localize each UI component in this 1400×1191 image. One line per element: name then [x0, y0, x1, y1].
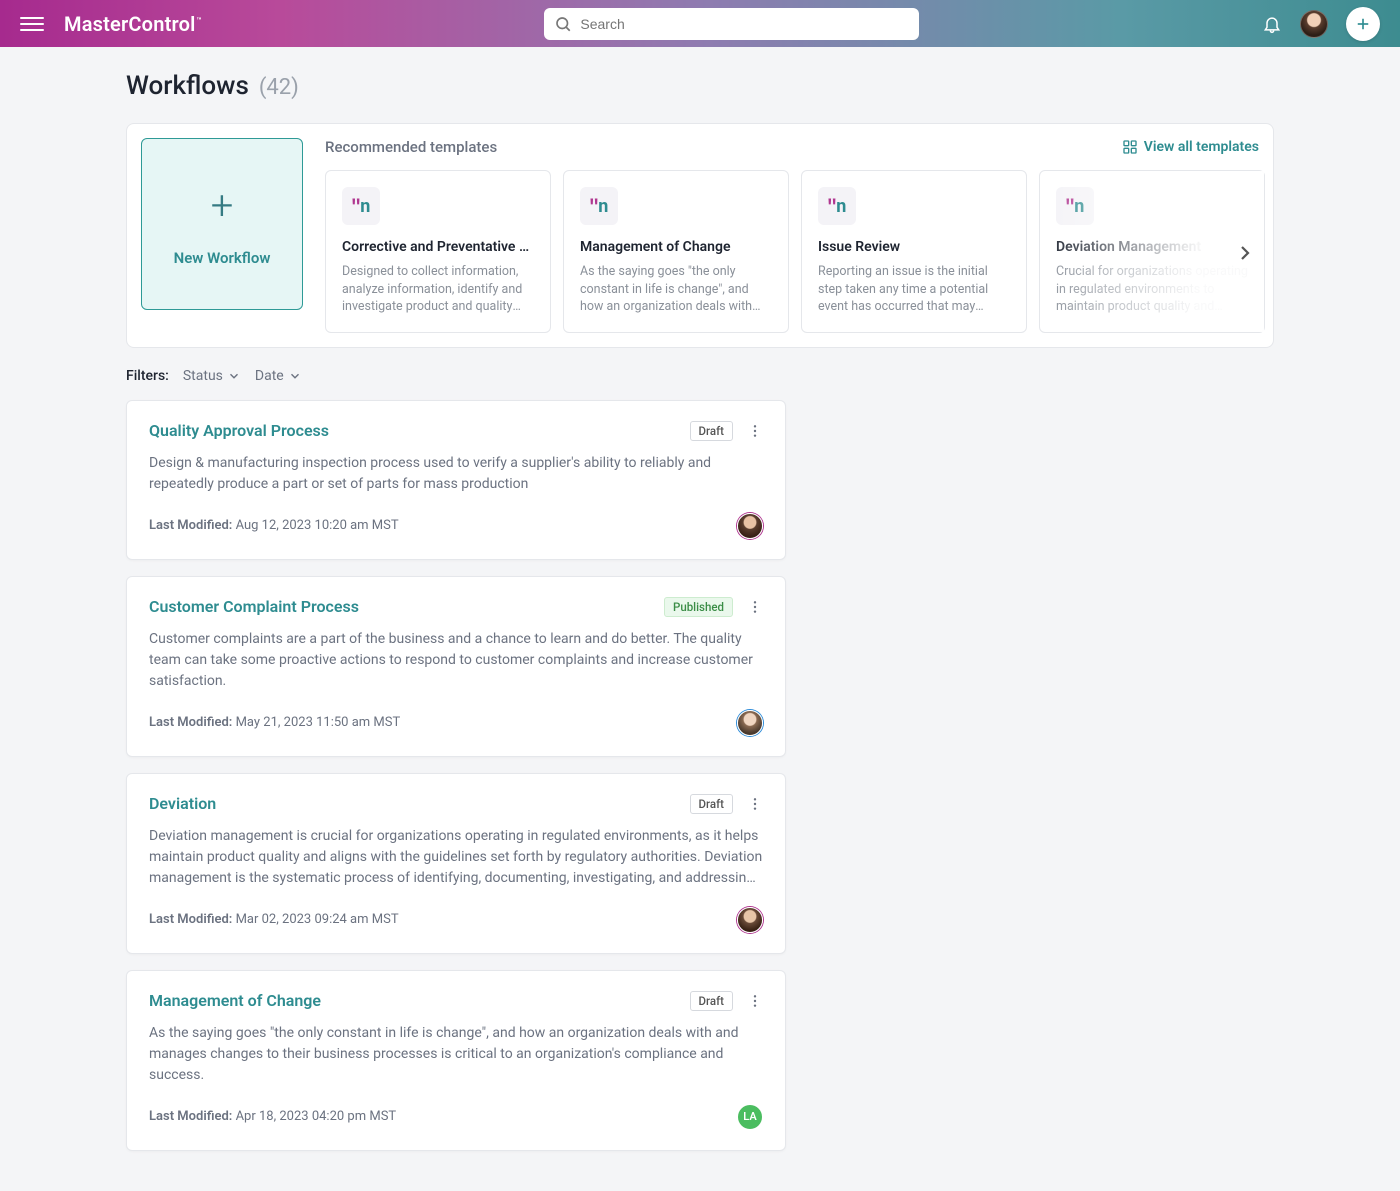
- status-badge: Draft: [690, 421, 733, 441]
- brand-logo: MasterControl™: [64, 12, 202, 36]
- workflow-card[interactable]: Management of Change Draft As the saying…: [126, 970, 786, 1151]
- template-card[interactable]: ꞌꞌn Management of Change As the saying g…: [563, 170, 789, 333]
- workflow-card[interactable]: Deviation Draft Deviation management is …: [126, 773, 786, 954]
- user-avatar[interactable]: [1300, 10, 1328, 38]
- chevron-down-icon: [227, 369, 241, 383]
- workflow-description: Design & manufacturing inspection proces…: [149, 453, 763, 495]
- plus-icon: +: [211, 182, 234, 229]
- more-menu-icon[interactable]: [747, 599, 763, 615]
- template-title: Issue Review: [818, 239, 1010, 255]
- more-menu-icon[interactable]: [747, 796, 763, 812]
- new-workflow-button[interactable]: + New Workflow: [141, 138, 303, 310]
- page-title: Workflows (42): [126, 71, 1274, 101]
- template-logo-icon: ꞌꞌn: [1056, 187, 1094, 225]
- status-badge: Published: [664, 597, 733, 617]
- recommended-heading: Recommended templates: [325, 138, 497, 156]
- template-desc: Crucial for organizations operating in r…: [1056, 263, 1248, 316]
- carousel-next-button[interactable]: [1233, 241, 1257, 265]
- search-input[interactable]: [580, 16, 909, 32]
- filter-date[interactable]: Date: [255, 368, 302, 384]
- owner-avatar[interactable]: [737, 710, 763, 736]
- template-logo-icon: ꞌꞌn: [580, 187, 618, 225]
- owner-avatar[interactable]: [737, 907, 763, 933]
- template-title: Deviation Management: [1056, 239, 1248, 255]
- notifications-icon[interactable]: [1262, 14, 1282, 34]
- filter-bar: Filters: Status Date: [126, 368, 1274, 384]
- workflow-description: As the saying goes "the only constant in…: [149, 1023, 763, 1086]
- search-icon: [554, 15, 572, 33]
- template-card[interactable]: ꞌꞌn Deviation Management Crucial for org…: [1039, 170, 1265, 333]
- workflow-title[interactable]: Customer Complaint Process: [149, 597, 359, 616]
- template-desc: Reporting an issue is the initial step t…: [818, 263, 1010, 316]
- template-title: Management of Change: [580, 239, 772, 255]
- status-badge: Draft: [690, 991, 733, 1011]
- view-all-templates-link[interactable]: View all templates: [1122, 139, 1259, 155]
- more-menu-icon[interactable]: [747, 423, 763, 439]
- template-carousel: ꞌꞌn Corrective and Preventative A... Des…: [325, 170, 1259, 333]
- owner-avatar[interactable]: [737, 513, 763, 539]
- hamburger-menu-icon[interactable]: [20, 12, 44, 36]
- filters-label: Filters:: [126, 368, 169, 384]
- workflow-description: Deviation management is crucial for orga…: [149, 826, 763, 889]
- chevron-right-icon: [1233, 241, 1257, 265]
- last-modified: Last Modified: Apr 18, 2023 04:20 pm MST: [149, 1109, 396, 1124]
- filter-status[interactable]: Status: [183, 368, 241, 384]
- template-logo-icon: ꞌꞌn: [342, 187, 380, 225]
- template-desc: As the saying goes "the only constant in…: [580, 263, 772, 316]
- app-header: MasterControl™: [0, 0, 1400, 47]
- chevron-down-icon: [288, 369, 302, 383]
- search-field[interactable]: [544, 8, 919, 40]
- workflow-title[interactable]: Quality Approval Process: [149, 421, 329, 440]
- plus-icon: [1354, 15, 1372, 33]
- template-desc: Designed to collect information, analyze…: [342, 263, 534, 316]
- workflow-description: Customer complaints are a part of the bu…: [149, 629, 763, 692]
- recommended-panel: + New Workflow Recommended templates Vie…: [126, 123, 1274, 348]
- last-modified: Last Modified: May 21, 2023 11:50 am MST: [149, 715, 400, 730]
- workflow-card[interactable]: Quality Approval Process Draft Design & …: [126, 400, 786, 560]
- last-modified: Last Modified: Mar 02, 2023 09:24 am MST: [149, 912, 399, 927]
- template-card[interactable]: ꞌꞌn Issue Review Reporting an issue is t…: [801, 170, 1027, 333]
- template-logo-icon: ꞌꞌn: [818, 187, 856, 225]
- last-modified: Last Modified: Aug 12, 2023 10:20 am MST: [149, 518, 399, 533]
- workflow-card[interactable]: Customer Complaint Process Published Cus…: [126, 576, 786, 757]
- workflow-count: (42): [259, 75, 299, 100]
- workflow-title[interactable]: Deviation: [149, 794, 216, 813]
- status-badge: Draft: [690, 794, 733, 814]
- workflow-title[interactable]: Management of Change: [149, 991, 321, 1010]
- owner-avatar[interactable]: LA: [737, 1104, 763, 1130]
- grid-icon: [1122, 139, 1138, 155]
- template-title: Corrective and Preventative A...: [342, 239, 534, 255]
- create-button[interactable]: [1346, 7, 1380, 41]
- template-card[interactable]: ꞌꞌn Corrective and Preventative A... Des…: [325, 170, 551, 333]
